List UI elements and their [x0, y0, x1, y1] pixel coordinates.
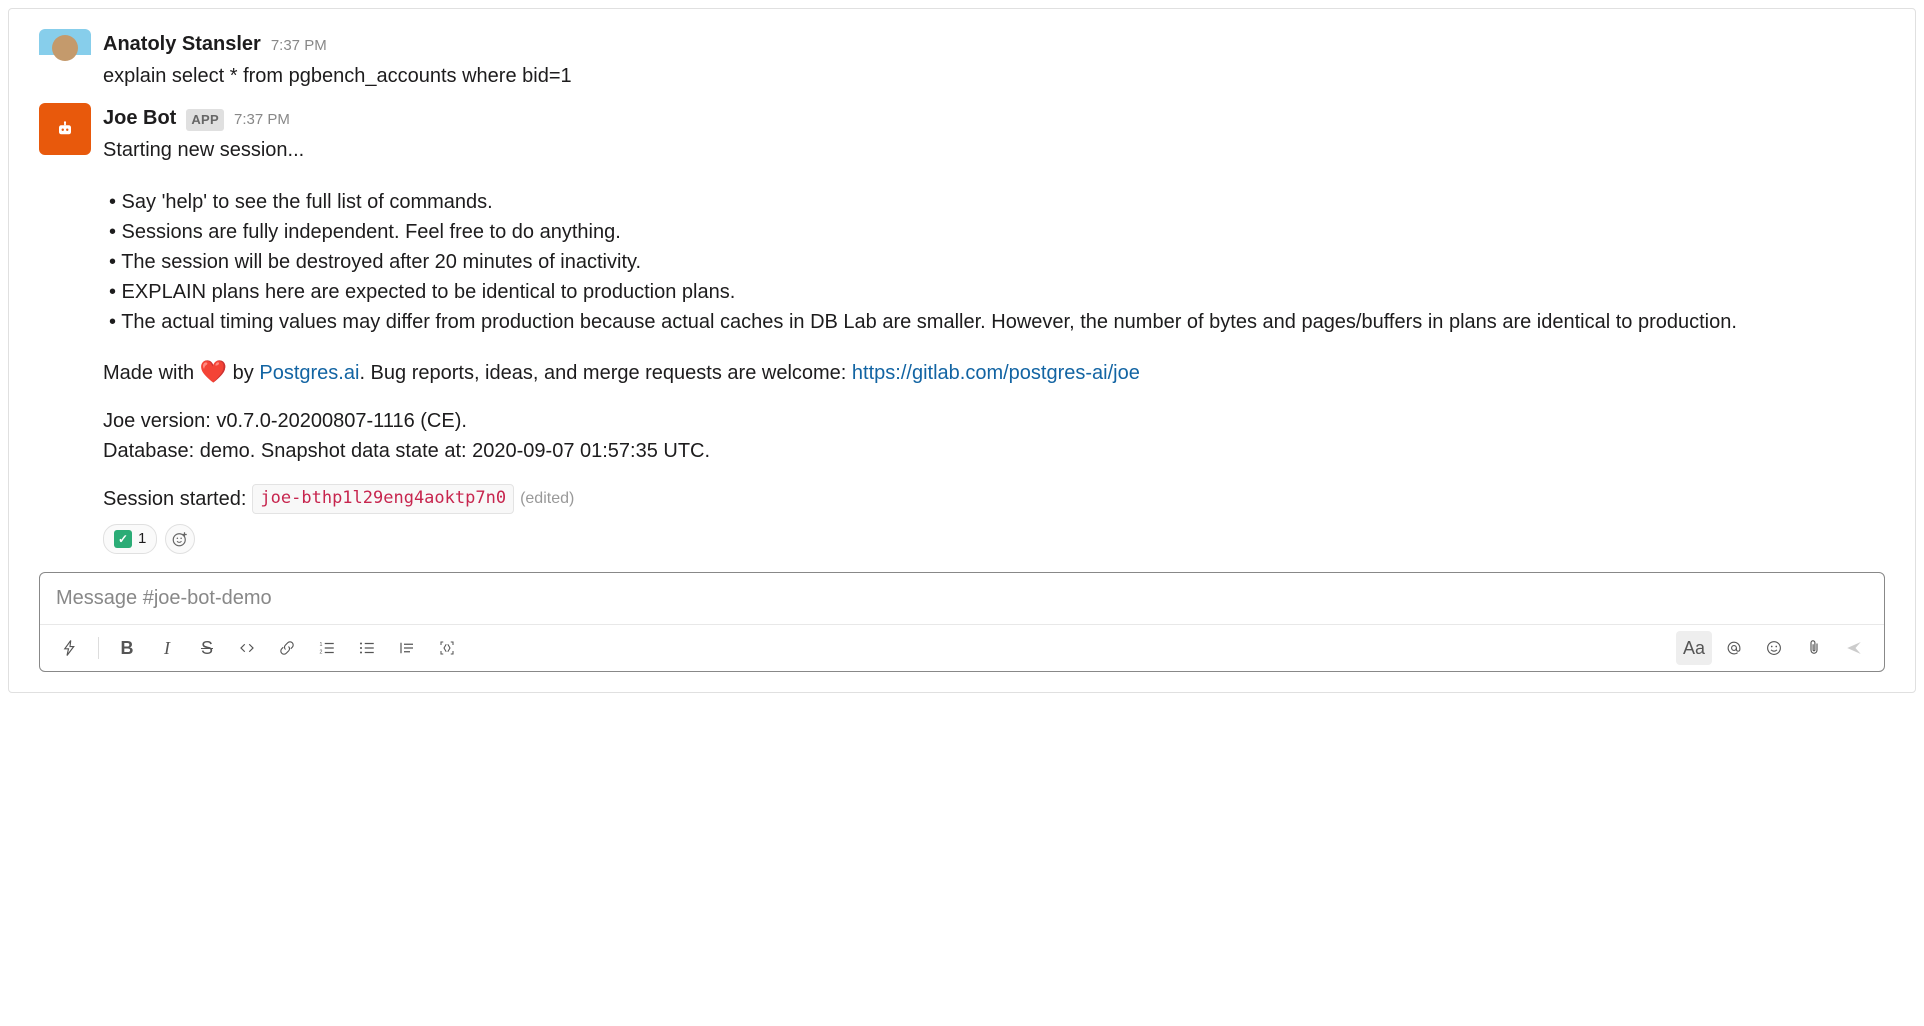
paperclip-icon: [1805, 639, 1823, 657]
heart-icon: ❤️: [200, 359, 227, 384]
checkmark-icon: ✓: [114, 530, 132, 548]
message-header: Anatoly Stansler 7:37 PM: [103, 29, 1885, 59]
reaction-check[interactable]: ✓ 1: [103, 524, 157, 554]
blockquote-button[interactable]: [389, 631, 425, 665]
message-text: explain select * from pgbench_accounts w…: [103, 61, 1885, 91]
attach-button[interactable]: [1796, 631, 1832, 665]
strikethrough-button[interactable]: S: [189, 631, 225, 665]
ordered-list-button[interactable]: 12: [309, 631, 345, 665]
timestamp: 7:37 PM: [234, 109, 290, 132]
bullet-item: • Sessions are fully independent. Feel f…: [103, 217, 1885, 247]
session-id: joe-bthp1l29eng4aoktp7n0: [252, 484, 514, 514]
bullet-list-icon: [358, 639, 376, 657]
svg-text:2: 2: [320, 649, 323, 655]
svg-text:1: 1: [320, 642, 323, 648]
session-label: Session started:: [103, 484, 246, 514]
format-toggle-button[interactable]: Aa: [1676, 631, 1712, 665]
lightning-icon: [61, 639, 79, 657]
bullet-item: • The actual timing values may differ fr…: [103, 307, 1885, 337]
send-button[interactable]: [1836, 631, 1872, 665]
bold-button[interactable]: B: [109, 631, 145, 665]
mention-button[interactable]: [1716, 631, 1752, 665]
message-user: Anatoly Stansler 7:37 PM explain select …: [39, 29, 1885, 91]
add-reaction-button[interactable]: [165, 524, 195, 554]
app-badge: APP: [186, 109, 224, 131]
code-block-button[interactable]: [429, 631, 465, 665]
composer-toolbar: B I S 12 Aa: [40, 625, 1884, 671]
timestamp: 7:37 PM: [271, 35, 327, 58]
repo-link[interactable]: https://gitlab.com/postgres-ai/joe: [852, 362, 1140, 384]
bullet-item: • EXPLAIN plans here are expected to be …: [103, 277, 1885, 307]
chat-panel: Anatoly Stansler 7:37 PM explain select …: [8, 8, 1916, 693]
database-line: Database: demo. Snapshot data state at: …: [103, 436, 1885, 466]
text: . Bug reports, ideas, and merge requests…: [359, 362, 851, 384]
shortcuts-button[interactable]: [52, 631, 88, 665]
made-with-line: Made with ❤️ by Postgres.ai. Bug reports…: [103, 355, 1885, 388]
session-line: Session started: joe-bthp1l29eng4aoktp7n…: [103, 484, 1885, 514]
sender-name[interactable]: Anatoly Stansler: [103, 29, 261, 59]
message-bot: Joe Bot APP 7:37 PM Starting new session…: [39, 103, 1885, 554]
message-content: Joe Bot APP 7:37 PM Starting new session…: [103, 103, 1885, 554]
send-icon: [1845, 639, 1863, 657]
bullet-list-button[interactable]: [349, 631, 385, 665]
bullet-item: • The session will be destroyed after 20…: [103, 247, 1885, 277]
reactions-bar: ✓ 1: [103, 524, 1885, 554]
code-button[interactable]: [229, 631, 265, 665]
postgres-link[interactable]: Postgres.ai: [259, 362, 359, 384]
link-icon: [278, 639, 296, 657]
text: Made with: [103, 362, 200, 384]
avatar-user[interactable]: [39, 29, 91, 81]
quote-icon: [398, 639, 416, 657]
message-composer: Message #joe-bot-demo B I S 12 Aa: [39, 572, 1885, 672]
code-block-icon: [438, 639, 456, 657]
sender-name[interactable]: Joe Bot: [103, 103, 176, 133]
link-button[interactable]: [269, 631, 305, 665]
italic-button[interactable]: I: [149, 631, 185, 665]
at-icon: [1725, 639, 1743, 657]
composer-input[interactable]: Message #joe-bot-demo: [40, 573, 1884, 625]
smile-icon: [1765, 639, 1783, 657]
bullet-list: • Say 'help' to see the full list of com…: [103, 187, 1885, 337]
ordered-list-icon: 12: [318, 639, 336, 657]
avatar-bot[interactable]: [39, 103, 91, 155]
smile-plus-icon: [171, 530, 189, 548]
code-icon: [238, 639, 256, 657]
bot-intro: Starting new session...: [103, 135, 1885, 165]
edited-label: (edited): [520, 487, 574, 511]
text: by: [227, 362, 259, 384]
reaction-count: 1: [138, 528, 146, 551]
bullet-item: • Say 'help' to see the full list of com…: [103, 187, 1885, 217]
emoji-button[interactable]: [1756, 631, 1792, 665]
message-content: Anatoly Stansler 7:37 PM explain select …: [103, 29, 1885, 91]
version-line: Joe version: v0.7.0-20200807-1116 (CE).: [103, 406, 1885, 436]
divider: [98, 637, 99, 659]
message-header: Joe Bot APP 7:37 PM: [103, 103, 1885, 133]
robot-icon: [56, 120, 74, 138]
version-block: Joe version: v0.7.0-20200807-1116 (CE). …: [103, 406, 1885, 466]
